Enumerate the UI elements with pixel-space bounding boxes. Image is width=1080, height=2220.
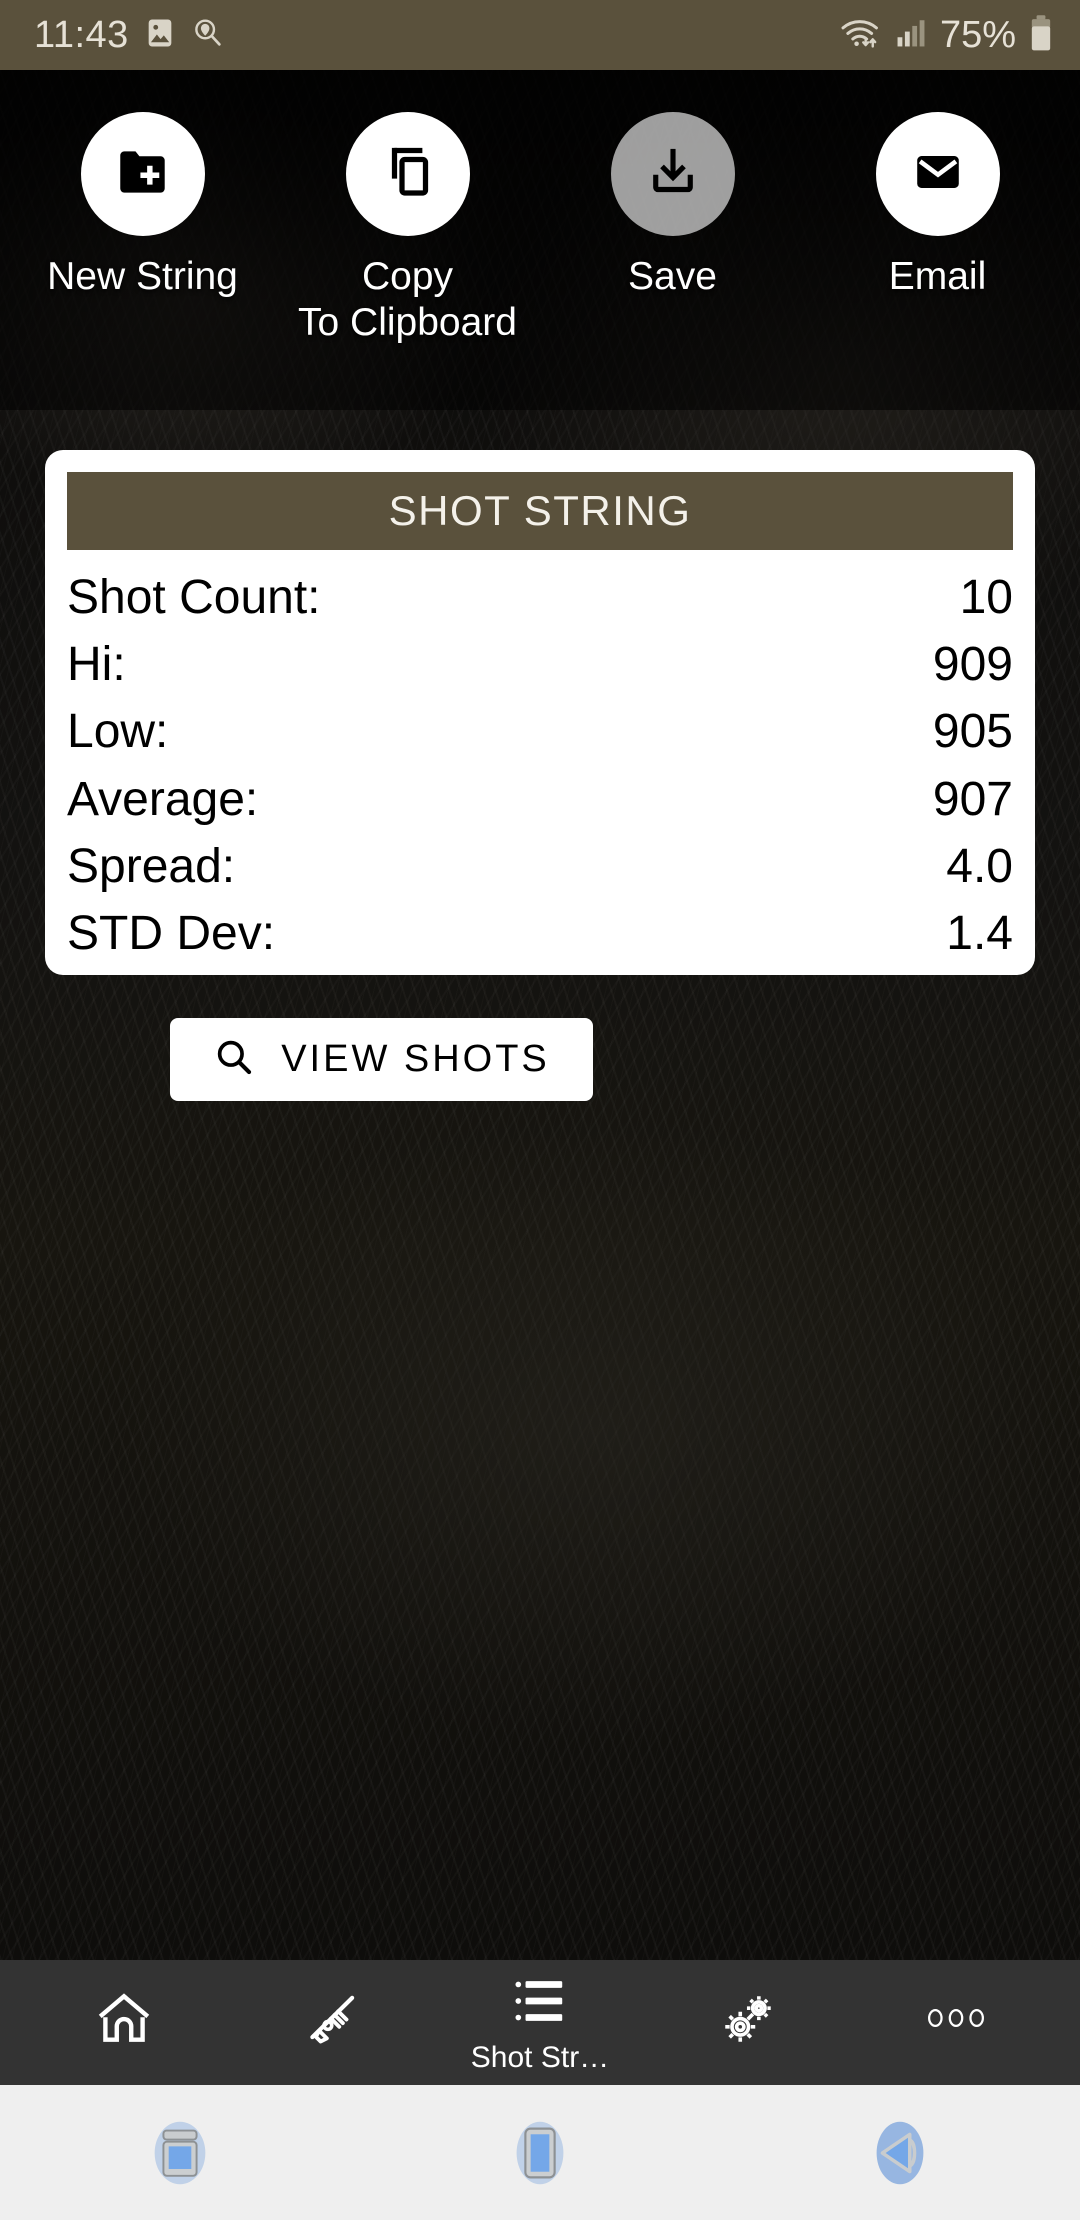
stat-label: Average: xyxy=(67,772,259,826)
new-string-button-circle[interactable] xyxy=(80,112,205,236)
save-button-circle[interactable] xyxy=(610,112,735,236)
nav-item-rifle[interactable] xyxy=(237,1960,427,2085)
stat-row: Average: 907 xyxy=(67,766,1013,833)
email-button[interactable]: Email xyxy=(813,112,1063,300)
stat-value: 907 xyxy=(932,772,1013,826)
app-screen: 11:43 75% New String Copy To Clipboard S… xyxy=(0,0,1080,2220)
card-header: SHOT STRING xyxy=(67,472,1013,550)
list-icon xyxy=(509,1970,571,2037)
stat-value: 1.4 xyxy=(946,906,1013,960)
stat-row: Spread: 4.0 xyxy=(67,833,1013,900)
save-button[interactable]: Save xyxy=(548,112,798,300)
view-shots-button[interactable]: VIEW SHOTS xyxy=(170,1018,593,1101)
status-bar: 11:43 75% xyxy=(0,0,1080,70)
email-envelope-icon xyxy=(909,143,967,206)
location-search-icon xyxy=(191,16,225,55)
stat-row: STD Dev: 1.4 xyxy=(67,900,1013,967)
nav-item-shot-strings-label: Shot Str… xyxy=(470,2041,610,2074)
search-magnifier-icon xyxy=(213,1036,255,1083)
card-title: SHOT STRING xyxy=(388,487,692,534)
rifle-icon xyxy=(301,1987,363,2054)
cellular-signal-icon xyxy=(894,16,928,55)
image-icon xyxy=(143,16,177,55)
home-key-icon[interactable] xyxy=(485,2098,595,2208)
stat-value: 909 xyxy=(932,638,1013,692)
new-folder-icon xyxy=(112,141,174,208)
stat-row: Shot Count: 10 xyxy=(67,564,1013,631)
stat-row: Hi: 909 xyxy=(67,631,1013,698)
stat-label: STD Dev: xyxy=(67,906,276,960)
save-label: Save xyxy=(628,255,717,298)
stat-value: 10 xyxy=(959,571,1013,624)
nav-item-home[interactable] xyxy=(29,1960,219,2085)
new-string-button[interactable]: New String xyxy=(18,112,268,300)
status-bar-clock: 11:43 xyxy=(34,13,129,56)
back-key-icon[interactable] xyxy=(845,2098,955,2208)
stat-value: 905 xyxy=(932,705,1013,759)
home-icon xyxy=(93,1987,155,2054)
stat-label: Hi: xyxy=(67,638,126,692)
bottom-navigation-bar: Shot Str… xyxy=(0,1960,1080,2085)
system-navigation-bar xyxy=(0,2085,1080,2220)
copy-button-circle[interactable] xyxy=(345,112,470,236)
stat-label: Shot Count: xyxy=(67,571,321,624)
email-label: Email xyxy=(888,255,987,298)
download-save-icon xyxy=(645,144,701,205)
view-shots-label: VIEW SHOTS xyxy=(281,1038,550,1080)
battery-icon xyxy=(1028,14,1054,57)
status-bar-left: 11:43 xyxy=(34,14,225,57)
stat-value: 4.0 xyxy=(946,839,1013,893)
stat-label: Low: xyxy=(67,705,169,759)
battery-percentage: 75% xyxy=(939,13,1016,56)
nav-item-settings[interactable] xyxy=(653,1960,843,2085)
shot-string-card: SHOT STRING Shot Count: 10 Hi: 909 Low: … xyxy=(45,450,1035,975)
wifi-icon xyxy=(838,16,882,55)
stat-label: Spread: xyxy=(67,839,236,893)
nav-item-more[interactable] xyxy=(861,1960,1051,2085)
new-string-label: New String xyxy=(47,255,238,298)
status-bar-right: 75% xyxy=(838,14,1054,57)
more-dots-icon xyxy=(925,2001,987,2040)
gears-icon xyxy=(717,1987,779,2054)
copy-icon xyxy=(378,142,438,207)
stat-row: Low: 905 xyxy=(67,698,1013,765)
recents-key-icon[interactable] xyxy=(125,2098,235,2208)
email-button-circle[interactable] xyxy=(875,112,1000,236)
nav-item-shot-strings[interactable]: Shot Str… xyxy=(445,1960,635,2085)
copy-to-clipboard-button[interactable]: Copy To Clipboard xyxy=(283,112,533,346)
action-buttons-row: New String Copy To Clipboard Save Email xyxy=(0,112,1080,346)
shot-stats-list: Shot Count: 10 Hi: 909 Low: 905 Average:… xyxy=(67,550,1013,967)
copy-to-clipboard-label: Copy To Clipboard xyxy=(298,255,517,345)
